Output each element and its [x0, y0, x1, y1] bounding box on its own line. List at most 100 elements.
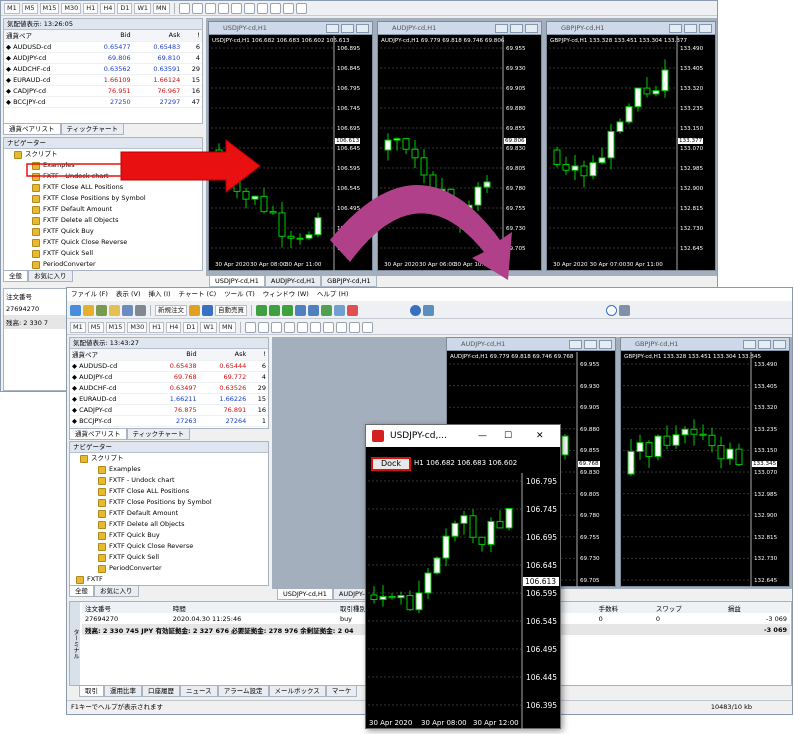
timeframe-h4-button[interactable]: H4 [100, 2, 116, 14]
channel-tool-icon[interactable] [243, 2, 255, 14]
market-watch-row[interactable]: ◆ AUDCHF-cd 0.63562 0.63591 29 [4, 63, 202, 75]
timeframe-m30-button[interactable]: M30 [61, 2, 82, 14]
navigator-item[interactable]: FXTF Quick Sell [76, 552, 268, 563]
profiles-icon[interactable] [83, 304, 94, 316]
timeframe-h4-button[interactable]: H4 [166, 321, 182, 333]
chart-shift-icon[interactable] [334, 304, 345, 316]
label-tool-icon[interactable] [348, 321, 360, 333]
navigator-tab[interactable]: お気に入り [28, 271, 73, 282]
candle-chart-icon[interactable] [269, 304, 280, 316]
terminal-tab[interactable]: マーケ [325, 686, 358, 697]
vline-tool-icon[interactable] [204, 2, 216, 14]
close-icon[interactable]: ✕ [536, 425, 544, 447]
shapes-tool-icon[interactable] [361, 321, 373, 333]
timeframe-w1-button[interactable]: W1 [200, 321, 218, 333]
undocked-chart-window[interactable]: USDJPY-cd,... — ☐ ✕ Dock H1 106.682 106.… [365, 424, 561, 729]
navigator-item[interactable]: スクリプト [76, 453, 268, 464]
meta-editor-icon[interactable] [189, 304, 200, 316]
timeframe-m15-button[interactable]: M15 [105, 321, 126, 333]
indicators-icon[interactable] [347, 304, 358, 316]
minimize-icon[interactable]: — [478, 425, 487, 447]
terminal-tab[interactable]: ニュース [180, 686, 218, 697]
terminal-column-header[interactable]: 注文番号 [82, 602, 170, 613]
vline-tool-icon[interactable] [270, 321, 282, 333]
fibo-tool-icon[interactable] [322, 321, 334, 333]
trendline-tool-icon[interactable] [230, 2, 242, 14]
bar-chart-icon[interactable] [256, 304, 267, 316]
text-tool-icon[interactable] [269, 2, 281, 14]
hline-tool-icon[interactable] [217, 2, 229, 14]
market-watch-row[interactable]: ◆ AUDJPY-cd 69.768 69.772 4 [70, 371, 268, 383]
timeframe-d1-button[interactable]: D1 [183, 321, 199, 333]
market-watch-row[interactable]: ◆ BCCJPY-cd 27263 27264 1 [70, 415, 268, 427]
tile-windows-icon[interactable] [321, 304, 332, 316]
navigator-item[interactable]: スクリプト [10, 149, 202, 160]
crosshair-move-icon[interactable] [96, 304, 107, 316]
navigator-tab[interactable]: 全般 [69, 586, 94, 597]
periods-clock-icon[interactable] [410, 304, 421, 316]
cursor-tool-icon[interactable] [178, 2, 190, 14]
navigator-item[interactable]: Examples [76, 464, 268, 475]
chat-icon[interactable] [619, 304, 630, 316]
navigator-tab[interactable]: 全般 [3, 271, 28, 282]
navigator-item[interactable]: FXTF Quick Sell [10, 248, 202, 259]
timeframe-d1-button[interactable]: D1 [117, 2, 133, 14]
menu-item[interactable]: ヘルプ (H) [317, 288, 349, 301]
history-icon[interactable] [202, 304, 213, 316]
maximize-icon[interactable]: ☐ [504, 425, 512, 447]
templates-icon[interactable] [423, 304, 434, 316]
navigator-item[interactable]: PeriodConverter [10, 259, 202, 270]
crosshair-tool-icon[interactable] [191, 2, 203, 14]
navigator-item[interactable]: FXTF Close Positions by Symbol [76, 497, 268, 508]
chart-tab[interactable]: GBPJPY-cd,H1 [321, 276, 377, 287]
navigator-item[interactable]: FXTF Default Amount [76, 508, 268, 519]
timeframe-h1-button[interactable]: H1 [149, 321, 165, 333]
market-watch-tab[interactable]: ティックチャート [126, 429, 191, 440]
menu-item[interactable]: ウィンドウ (W) [263, 288, 309, 301]
shapes-tool-icon[interactable] [295, 2, 307, 14]
undocked-titlebar[interactable]: USDJPY-cd,... — ☐ ✕ [366, 425, 560, 447]
chart-tab[interactable]: USDJPY-cd,H1 [209, 276, 265, 287]
navigator-item[interactable]: FXTF Quick Close Reverse [76, 541, 268, 552]
market-watch-row[interactable]: ◆ EURAUD-cd 1.66109 1.66124 15 [4, 74, 202, 86]
market-watch-row[interactable]: ◆ AUDJPY-cd 69.806 69.810 4 [4, 52, 202, 64]
timeframe-m1-button[interactable]: M1 [4, 2, 20, 14]
channel-tool-icon[interactable] [309, 321, 321, 333]
terminal-column-header[interactable]: スワップ [653, 602, 725, 613]
navigator-tab[interactable]: お気に入り [94, 586, 139, 597]
menu-item[interactable]: チャート (C) [179, 288, 217, 301]
market-watch-tab[interactable]: 通貨ペアリスト [69, 429, 127, 440]
timeframe-m15-button[interactable]: M15 [39, 2, 60, 14]
navigator-item[interactable]: FXTF Quick Buy [10, 226, 202, 237]
navigator-item[interactable]: FXTF - Undock chart [76, 475, 268, 486]
terminal-icon[interactable] [135, 304, 146, 316]
market-watch-tab[interactable]: ティックチャート [60, 124, 125, 135]
menu-item[interactable]: ファイル (F) [71, 288, 108, 301]
timeframe-m1-button[interactable]: M1 [70, 321, 86, 333]
data-window-icon[interactable] [122, 304, 133, 316]
timeframe-m30-button[interactable]: M30 [127, 321, 148, 333]
timeframe-h1-button[interactable]: H1 [83, 2, 99, 14]
market-watch-row[interactable]: ◆ CADJPY-cd 76.951 76.967 16 [4, 85, 202, 97]
terminal-column-header[interactable]: 損益 [725, 602, 790, 613]
crosshair-tool-icon[interactable] [257, 321, 269, 333]
terminal-tab[interactable]: 運用比率 [104, 686, 142, 697]
cursor-tool-icon[interactable] [244, 321, 256, 333]
chart-window[interactable]: GBPJPY-cd,H1 GBPJPY-cd,H1 133.328 133.451… [546, 21, 716, 272]
market-watch-row[interactable]: ◆ EURAUD-cd 1.66211 1.66226 15 [70, 393, 268, 405]
timeframe-m5-button[interactable]: M5 [87, 321, 104, 333]
dock-button[interactable]: Dock [371, 457, 411, 471]
text-tool-icon[interactable] [335, 321, 347, 333]
navigator-item[interactable]: FXTF Quick Close Reverse [10, 237, 202, 248]
market-watch-row[interactable]: ◆ CADJPY-cd 76.875 76.891 16 [70, 404, 268, 416]
timeframe-mn-button[interactable]: MN [219, 321, 236, 333]
fibo-tool-icon[interactable] [256, 2, 268, 14]
chart-window[interactable]: USDJPY-cd,H1 USDJPY-cd,H1 106.682 106.683… [208, 21, 373, 272]
terminal-column-header[interactable]: 手数料 [596, 602, 653, 613]
market-watch-row[interactable]: ◆ AUDUSD-cd 0.65438 0.65444 6 [70, 360, 268, 372]
navigator-item[interactable]: FXTF Default Amount [10, 204, 202, 215]
terminal-tab[interactable]: アラーム設定 [217, 686, 269, 697]
chart-tab[interactable]: USDJPY-cd,H1 [277, 589, 333, 600]
new-chart-icon[interactable] [70, 304, 81, 316]
line-chart-icon[interactable] [282, 304, 293, 316]
